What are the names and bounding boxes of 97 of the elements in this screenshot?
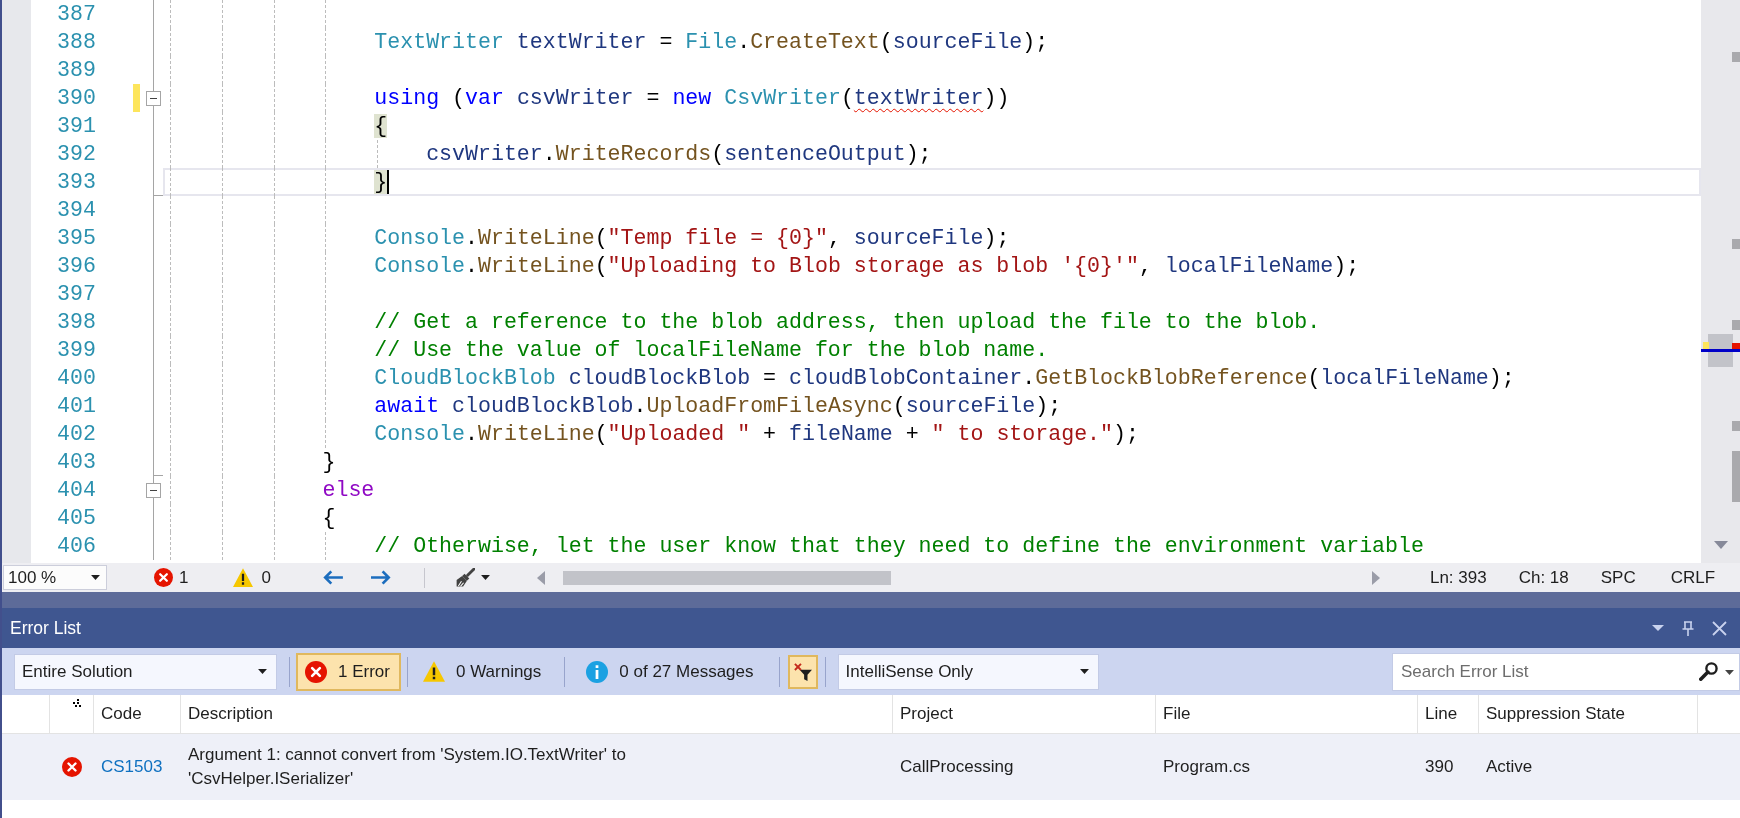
severity-filter-button[interactable]: 1 Error <box>296 652 401 691</box>
line-number: 396 <box>57 253 96 280</box>
error-icon <box>62 757 82 777</box>
scroll-marker <box>1732 52 1740 62</box>
char-position: Ch: 18 <box>1518 567 1569 588</box>
warning-icon <box>422 661 445 682</box>
scroll-marker <box>1732 320 1740 330</box>
column-header[interactable]: File <box>1163 704 1191 724</box>
error-row[interactable]: CS1503 Argument 1: cannot convert from 'System.IO.TextWriter' to 'CsvHelper.ISerializer' CallProcessing Program.cs 390 Active <box>2 734 1740 800</box>
code-line: csvWriter.WriteRecords(sentenceOutput); <box>426 141 932 168</box>
line-number: 398 <box>57 309 96 336</box>
line-number: 395 <box>57 225 96 252</box>
scrollbar-thumb[interactable] <box>1708 334 1733 367</box>
code-line: Console.WriteLine("Uploading to Blob storage as blob '{0}'", localFileName); <box>374 253 1360 280</box>
code-line: Console.WriteLine("Uploaded " + fileName + " to storage."); <box>374 421 1139 448</box>
error-code-link[interactable]: CS1503 <box>101 757 163 777</box>
line-number: 397 <box>57 281 96 308</box>
line-number: 389 <box>57 57 96 84</box>
error-count-button[interactable]: 1 <box>154 567 189 588</box>
suppression-state: Active <box>1486 757 1533 777</box>
severity-filter-button[interactable]: 0 of 27 Messages <box>577 652 765 691</box>
text-cursor <box>387 170 390 194</box>
zoom-dropdown[interactable]: 100 % <box>3 565 107 590</box>
caret-position-marker <box>1701 349 1740 352</box>
warning-count-button[interactable]: 0 <box>233 567 271 588</box>
indentation-mode[interactable]: SPC <box>1600 567 1636 588</box>
caret-icon[interactable] <box>480 575 490 580</box>
forward-arrow-icon[interactable] <box>370 570 392 585</box>
close-icon[interactable] <box>1712 620 1727 636</box>
scope-dropdown[interactable]: Entire Solution <box>14 653 277 690</box>
line-number: 402 <box>57 421 96 448</box>
search-field[interactable]: Search Error List <box>1392 652 1740 691</box>
brush-icon <box>455 568 475 587</box>
code-line: CloudBlockBlob cloudBlockBlob = cloudBlobContainer.GetBlockBlobReference(localFileName); <box>374 365 1515 392</box>
caret-icon[interactable] <box>1725 669 1734 675</box>
line-number: 403 <box>57 449 96 476</box>
scrollbar-thumb[interactable] <box>562 570 891 585</box>
pin-icon[interactable] <box>1682 620 1694 636</box>
code-line: // Otherwise, let the user know that they need to define the environment variable <box>374 533 1424 560</box>
column-header[interactable]: Code <box>101 704 142 724</box>
caret-icon[interactable] <box>91 575 100 580</box>
info-icon <box>586 660 609 683</box>
line-number: 406 <box>57 533 96 560</box>
warning-icon <box>233 568 254 587</box>
column-header[interactable]: Description <box>188 704 274 724</box>
line-number: 405 <box>57 505 96 532</box>
brush-dropdown-button[interactable] <box>455 568 490 587</box>
scroll-marker <box>1732 421 1740 431</box>
collapse-icon[interactable] <box>146 482 161 498</box>
code-line: // Get a reference to the blob address, then upload the file to the blob. <box>374 309 1321 336</box>
line-number: 390 <box>57 85 96 112</box>
source-dropdown[interactable]: IntelliSense Only <box>837 653 1099 690</box>
column-options-icon[interactable] <box>73 699 81 707</box>
column-header[interactable]: Line <box>1425 704 1458 724</box>
line-number: 399 <box>57 337 96 364</box>
code-line: } <box>322 449 336 476</box>
line-number: 390 <box>1425 757 1454 777</box>
code-line: using (var csvWriter = new CsvWriter(textWriter)) <box>374 85 1010 112</box>
scroll-down-arrow-icon[interactable] <box>1714 541 1728 549</box>
code-line: else <box>322 477 375 504</box>
column-header[interactable]: Suppression State <box>1486 704 1625 724</box>
line-number: 404 <box>57 477 96 504</box>
change-marker <box>1703 342 1709 349</box>
search-icon[interactable] <box>1699 661 1718 681</box>
error-icon <box>154 568 173 587</box>
line-number: 393 <box>57 169 96 196</box>
error-icon <box>305 660 327 683</box>
line-number: 394 <box>57 197 96 224</box>
line-number: 401 <box>57 393 96 420</box>
severity-filter-button[interactable]: 0 Warnings <box>413 652 553 691</box>
filter-icon <box>793 662 812 681</box>
code-line: // Use the value of localFileName for the blob name. <box>374 337 1049 364</box>
error-description: Argument 1: cannot convert from 'System.IO.TextWriter' to 'CsvHelper.ISerializer' <box>188 744 627 790</box>
line-number: 387 <box>57 1 96 28</box>
file-name: Program.cs <box>1163 757 1250 777</box>
line-position: Ln: 393 <box>1429 567 1487 588</box>
filter-button[interactable] <box>787 654 818 689</box>
project-name: CallProcessing <box>900 757 1014 777</box>
code-line: TextWriter textWriter = File.CreateText(sourceFile); <box>374 29 1049 56</box>
vertical-scrollbar[interactable] <box>1701 0 1740 563</box>
panel-title: Error List <box>10 617 81 639</box>
line-number: 400 <box>57 365 96 392</box>
column-header[interactable]: Project <box>900 704 953 724</box>
line-number: 391 <box>57 113 96 140</box>
error-marker <box>1732 343 1740 349</box>
code-line: Console.WriteLine("Temp file = {0}", sourceFile); <box>374 225 1010 252</box>
line-ending[interactable]: CRLF <box>1670 567 1716 588</box>
scroll-marker <box>1732 451 1740 502</box>
code-line: { <box>322 505 336 532</box>
caret-icon[interactable] <box>1079 669 1089 674</box>
scroll-marker <box>1732 239 1740 249</box>
line-number: 392 <box>57 141 96 168</box>
back-arrow-icon[interactable] <box>322 570 344 585</box>
line-number: 388 <box>57 29 96 56</box>
collapse-icon[interactable] <box>146 90 161 106</box>
code-line: await cloudBlockBlob.UploadFromFileAsync(sourceFile); <box>374 393 1062 420</box>
caret-icon[interactable] <box>258 669 267 674</box>
